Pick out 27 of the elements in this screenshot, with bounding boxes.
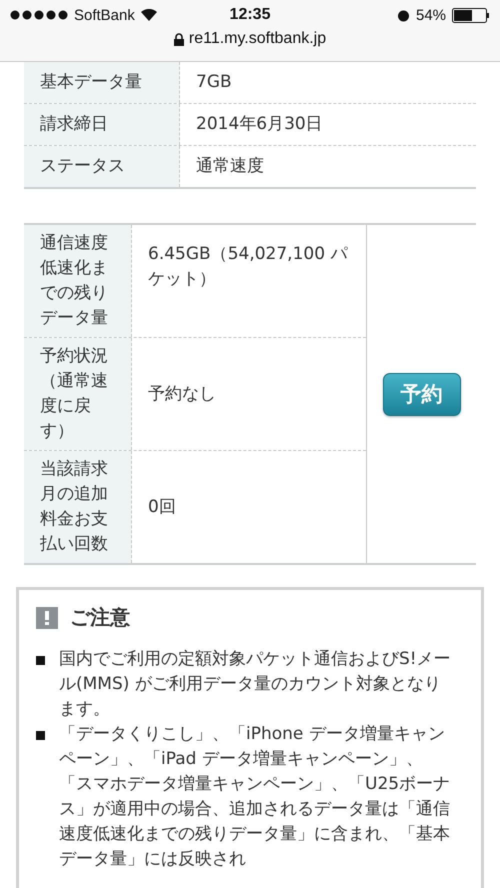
row-value: 2014年6月30日 [195, 113, 324, 136]
row-value: 7GB [195, 71, 233, 94]
battery-icon [452, 8, 490, 22]
row-value: 予約なし [147, 382, 217, 406]
row-value: 0回 [147, 496, 177, 518]
url-text[interactable]: re11.my.softbank.jp [188, 30, 326, 48]
clock-time: 12:35 [230, 6, 270, 24]
carrier-name: SoftBank [74, 6, 135, 24]
notice-text: 国内でご利用の定額対象パケット通信およびS!メール(MMS) がご利用データ量のカウント対象となります。 [59, 648, 452, 721]
bullet-icon [36, 731, 45, 740]
row-value: 6.45GB（54,027,100 パケット） [147, 243, 349, 291]
notice-text: 「データくりこし」、「iPhone データ増量キャンペーン」、「iPad データ増量キャンペーン」、「スマホデータ増量キャンペーン」、「U25ボーナス」が適用中の場合、追加されるデータ量は「通信速度低速化までの残りデータ量」に含まれ、「基本データ量」には反映され [59, 723, 452, 871]
row-label: 通信速度低速化までの残りデータ量 [24, 225, 132, 337]
row-label: 請求締日 [24, 104, 180, 145]
row-label: 予約状況（通常速度に戻す） [24, 338, 132, 450]
battery-percent: 54% [416, 6, 446, 24]
row-value: 通常速度 [195, 155, 265, 178]
signal-icon [10, 10, 68, 20]
warning-icon [36, 606, 58, 628]
row-label: 当該請求月の追加料金お支払い回数 [24, 451, 132, 563]
bullet-icon [36, 656, 45, 665]
alarm-icon [396, 8, 410, 22]
notice-title: ご注意 [70, 604, 130, 631]
wifi-icon [140, 9, 157, 21]
lock-icon [174, 32, 184, 46]
row-label: 基本データ量 [24, 62, 180, 103]
row-label: ステータス [24, 146, 180, 187]
